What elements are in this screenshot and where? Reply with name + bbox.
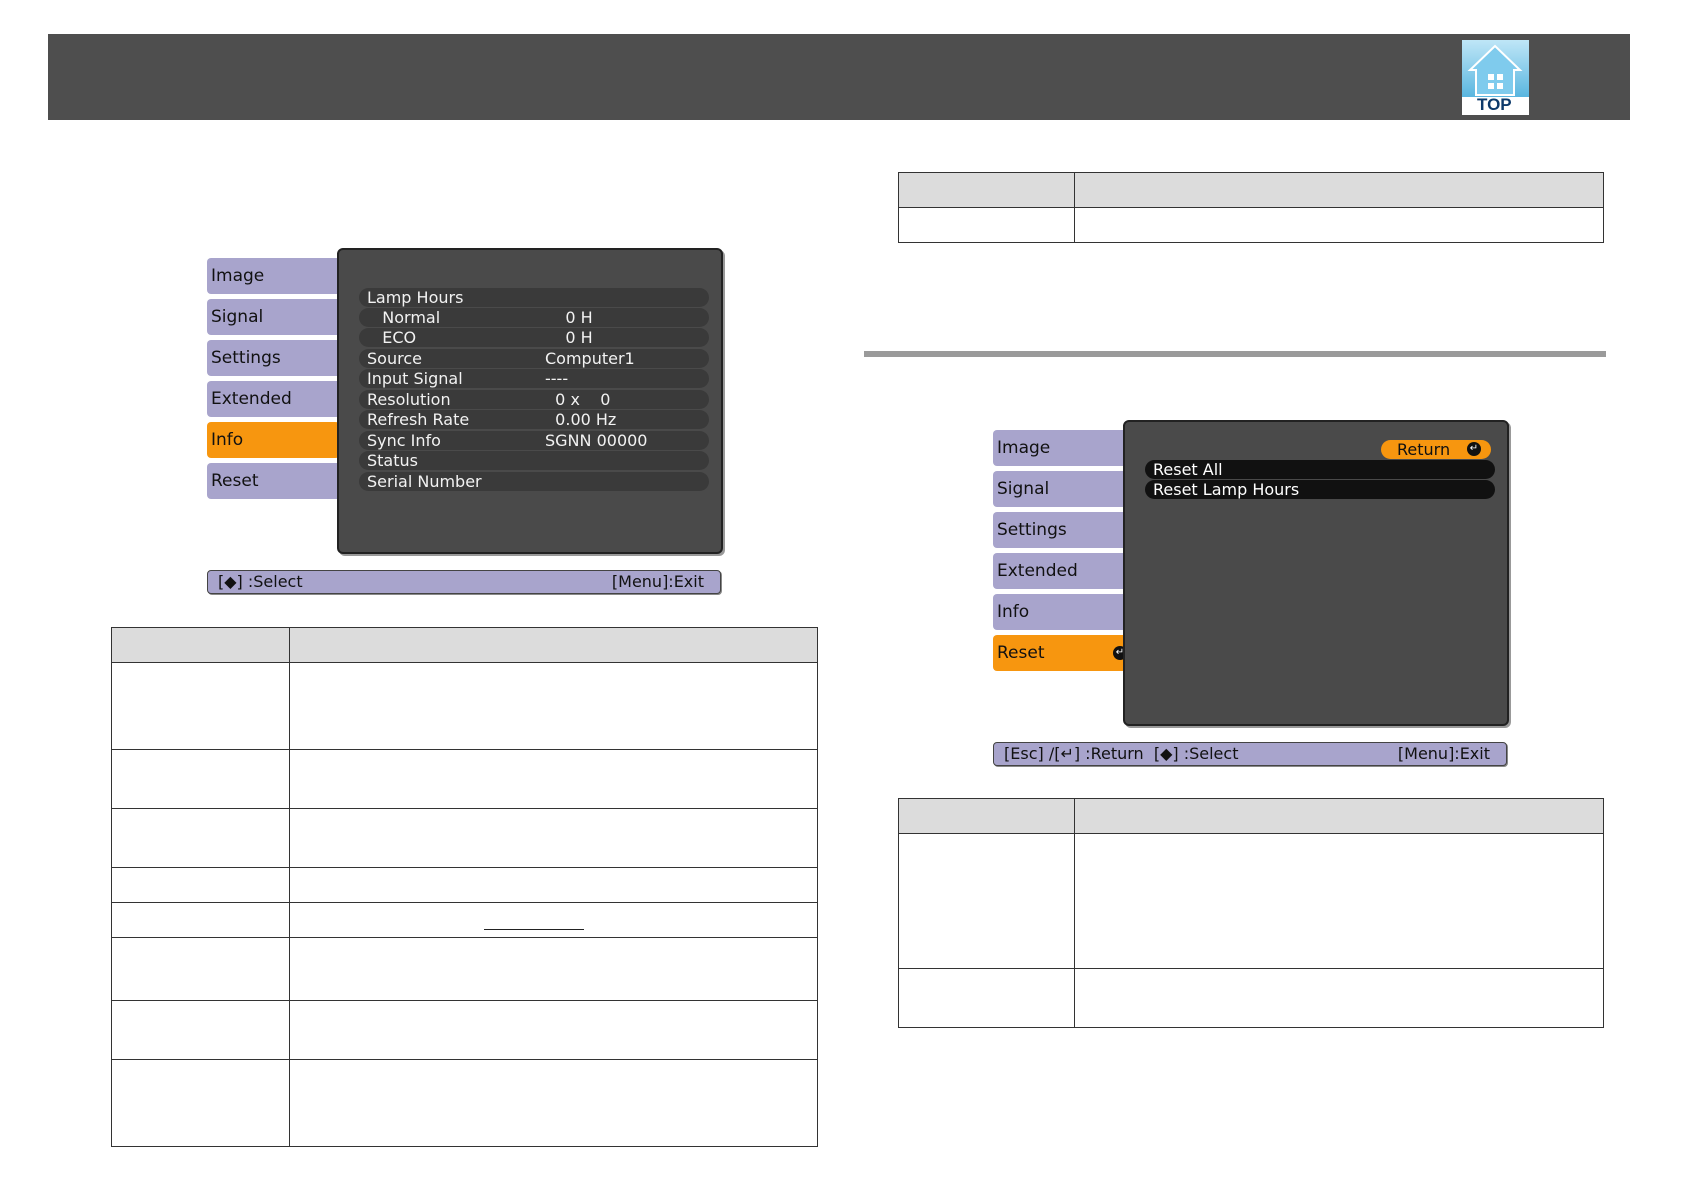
info-row: Normal 0 H <box>359 308 709 327</box>
reset-table <box>898 798 1604 1028</box>
info-row: ECO 0 H <box>359 328 709 347</box>
table-row <box>111 1059 818 1147</box>
tab-image[interactable]: Image <box>993 430 1139 466</box>
table-row <box>111 902 818 938</box>
extended-table-end <box>898 172 1604 243</box>
table-row <box>111 749 818 809</box>
top-label: TOP <box>1477 95 1512 114</box>
page-header <box>48 34 1630 120</box>
info-panel: Lamp Hours Normal 0 H ECO 0 H Source Comp… <box>337 248 723 554</box>
info-row: Lamp Hours <box>359 288 709 307</box>
table-row <box>111 1000 818 1060</box>
tab-extended[interactable]: Extended <box>993 553 1139 589</box>
link-underline[interactable] <box>484 929 584 930</box>
return-label: Return <box>1397 440 1451 459</box>
table-header-cell <box>898 798 1075 834</box>
reset-help-bar: [Esc] /[↵] :Return [◆] :Select [Menu]:Ex… <box>993 742 1507 766</box>
tab-reset[interactable]: Reset ↵ <box>993 635 1133 671</box>
info-row: Sync Info SGNN 00000 <box>359 431 709 450</box>
info-help-bar: [◆] :Select [Menu]:Exit <box>207 570 721 594</box>
return-button[interactable]: Return ↵ <box>1381 440 1491 459</box>
info-row: Source Computer1 <box>359 349 709 368</box>
table-row <box>111 867 818 903</box>
tab-signal[interactable]: Signal <box>207 299 353 335</box>
table-row <box>898 833 1604 969</box>
info-table <box>111 627 818 1147</box>
table-header-cell <box>1074 798 1604 834</box>
section-divider <box>864 351 1606 357</box>
table-row <box>111 662 818 750</box>
info-row: Resolution 0 x 0 <box>359 390 709 409</box>
tab-info[interactable]: Info <box>207 422 343 458</box>
top-button[interactable]: TOP <box>1462 40 1529 115</box>
reset-panel: Return ↵ Reset All Reset Lamp Hours <box>1123 420 1509 726</box>
tab-extended[interactable]: Extended <box>207 381 353 417</box>
reset-all-item[interactable]: Reset All <box>1145 460 1495 479</box>
tab-info[interactable]: Info <box>993 594 1139 630</box>
table-row <box>898 968 1604 1028</box>
table-row <box>111 808 818 868</box>
table-header-cell <box>1074 172 1604 208</box>
table-row <box>898 207 1604 243</box>
table-header-cell <box>289 627 818 663</box>
info-row: Input Signal ---- <box>359 369 709 388</box>
reset-lamp-hours-item[interactable]: Reset Lamp Hours <box>1145 480 1495 499</box>
tab-reset-label: Reset <box>997 643 1045 663</box>
tab-image[interactable]: Image <box>207 258 353 294</box>
info-row: Status <box>359 451 709 470</box>
table-row <box>111 937 818 1001</box>
tab-settings[interactable]: Settings <box>993 512 1139 548</box>
tab-settings[interactable]: Settings <box>207 340 353 376</box>
table-header-cell <box>111 627 290 663</box>
info-row: Serial Number <box>359 472 709 491</box>
enter-icon: ↵ <box>1467 442 1481 456</box>
tab-signal[interactable]: Signal <box>993 471 1139 507</box>
table-header-cell <box>898 172 1075 208</box>
tab-reset[interactable]: Reset <box>207 463 353 499</box>
info-row: Refresh Rate 0.00 Hz <box>359 410 709 429</box>
